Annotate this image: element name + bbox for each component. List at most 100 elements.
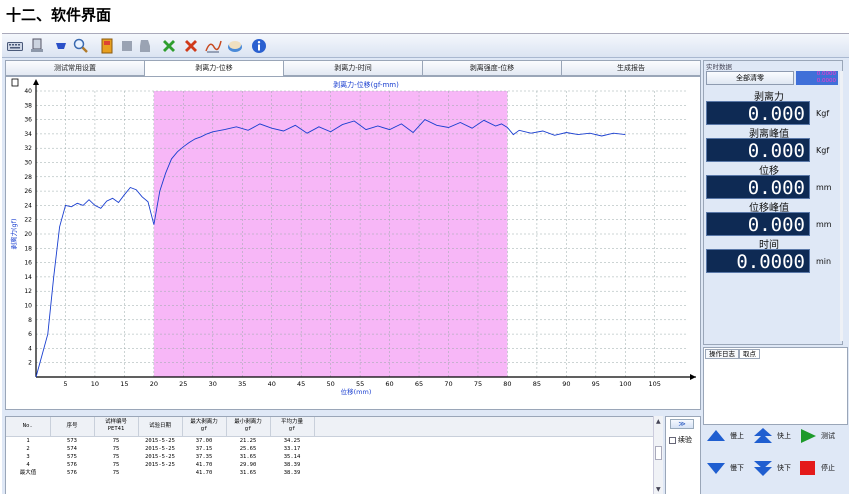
table-cell: 3	[26, 453, 30, 460]
info-icon[interactable]	[250, 37, 268, 55]
document-heading: 十二、软件界面	[6, 6, 112, 24]
column-header[interactable]: 试验日期	[138, 417, 183, 437]
peel-peak-unit: Kgf	[816, 146, 830, 155]
scrollbar-thumb[interactable]	[655, 446, 662, 460]
y-tick-label: 38	[24, 102, 32, 109]
delete-red-icon[interactable]	[182, 37, 200, 55]
table-cell: 21.25	[239, 437, 257, 444]
keyboard-icon[interactable]	[6, 37, 24, 55]
tab-strength-displacement[interactable]: 剥离强度-位移	[422, 60, 562, 76]
y-tick-label: 8	[28, 317, 32, 324]
table-cell: 37.35	[195, 453, 213, 460]
scroll-down-icon[interactable]: ▼	[656, 486, 661, 493]
column-header[interactable]: 最小剥离力 gf	[226, 417, 271, 437]
mini-value-bottom: 0.0000	[816, 77, 836, 84]
tab-generate-report[interactable]: 生成报告	[561, 60, 701, 76]
x-tick-label: 75	[474, 380, 482, 388]
force-displacement-chart[interactable]: 5 10 15 20 25 30 35 40 45 50 55 60 65 70 75 80 85 90 95 100…	[6, 77, 702, 411]
clear-all-button[interactable]: 全部清零	[706, 71, 794, 85]
time-unit: min	[816, 257, 832, 266]
toolbar	[2, 34, 849, 58]
y-tick-label: 16	[24, 260, 32, 267]
tab-pick-point[interactable]: 取点	[739, 349, 760, 359]
print-icon[interactable]	[136, 37, 154, 55]
stop-button[interactable]: 停止	[799, 460, 835, 476]
panel-scrollbar[interactable]	[840, 71, 843, 341]
delete-green-icon[interactable]	[160, 37, 178, 55]
tab-test-settings[interactable]: 测试常用设置	[5, 60, 145, 76]
scroll-up-icon[interactable]: ▲	[656, 418, 661, 425]
slow-down-label: 慢下	[730, 464, 744, 472]
table-cell: 33.17	[283, 445, 301, 452]
x-tick-label: 5	[63, 380, 67, 388]
results-table-panel: No. 序号 试样编号 PET41 试验日期 最大剥离力 gf 最小剥离力 gf 平均力量 gf 1…	[5, 416, 663, 494]
fast-up-icon	[754, 428, 772, 443]
table-cell: 75	[112, 437, 120, 444]
column-header-filler	[314, 417, 654, 437]
column-header[interactable]: 序号	[50, 417, 95, 437]
table-cell: 31.65	[239, 453, 257, 460]
x-tick-label: 55	[356, 380, 364, 388]
table-cell: 75	[112, 453, 120, 460]
x-axis-label: 位移(mm)	[341, 387, 372, 396]
results-table: No. 序号 试样编号 PET41 试验日期 最大剥离力 gf 最小剥离力 gf 平均力量 gf 1…	[6, 417, 654, 477]
y-tick-label: 40	[24, 88, 32, 95]
test-button[interactable]: 测试	[799, 428, 835, 444]
tab-operation-log[interactable]: 操作日志	[705, 349, 739, 359]
y-tick-label: 26	[24, 188, 32, 195]
device-icon[interactable]	[28, 37, 46, 55]
zoom-icon[interactable]	[72, 37, 90, 55]
slow-down-button[interactable]: 慢下	[706, 461, 744, 475]
column-header[interactable]: 试样编号 PET41	[94, 417, 139, 437]
collapse-up-icon[interactable]: ≫	[670, 419, 694, 429]
tab-force-displacement[interactable]: 剥离力-位移	[144, 60, 284, 77]
column-header[interactable]: No.	[6, 417, 51, 437]
y-tick-label: 22	[24, 217, 32, 224]
settings-disk-icon[interactable]	[226, 37, 244, 55]
stop-icon	[800, 461, 815, 475]
table-cell: 2015-5-25	[145, 445, 175, 452]
x-tick-label: 30	[209, 380, 217, 388]
page-icon	[11, 78, 19, 87]
slow-up-button[interactable]: 慢上	[706, 429, 744, 443]
table-cell: 2015-5-25	[145, 461, 175, 468]
y-tick-label: 36	[24, 117, 32, 124]
table-cell: 575	[67, 453, 77, 460]
x-axis-arrow	[690, 374, 696, 380]
table-cell: 37.15	[195, 445, 213, 452]
continue-checkbox[interactable]	[669, 436, 676, 444]
play-icon	[801, 429, 816, 443]
fast-down-button[interactable]: 快下	[753, 459, 791, 477]
table-row[interactable]: 3 575 75 2015-5-25 37.35 31.65 35.14	[6, 453, 654, 461]
continue-checkbox-row[interactable]: 续验	[669, 435, 692, 445]
table-cell: 最大值	[19, 469, 37, 476]
x-tick-label: 60	[385, 380, 393, 388]
fast-up-button[interactable]: 快上	[753, 427, 791, 445]
slow-up-icon	[707, 430, 725, 441]
scale-icon[interactable]	[52, 37, 70, 55]
column-header[interactable]: 最大剥离力 gf	[182, 417, 227, 437]
export-icon[interactable]	[118, 37, 136, 55]
table-scrollbar[interactable]: ▲ ▼	[653, 416, 663, 494]
table-cell: 1	[26, 437, 30, 444]
time-display: 0.0000	[706, 249, 810, 273]
x-tick-label: 105	[649, 380, 661, 388]
y-tick-label: 20	[24, 231, 32, 238]
table-row[interactable]: 最大值 576 75 41.70 31.65 38.39	[6, 469, 654, 477]
x-tick-label: 65	[415, 380, 423, 388]
curve-tool-icon[interactable]	[204, 37, 222, 55]
table-row[interactable]: 2 574 75 2015-5-25 37.15 25.65 33.17	[6, 445, 654, 453]
table-row[interactable]: 1 573 75 2015-5-25 37.00 21.25 34.25	[6, 436, 654, 445]
table-row[interactable]: 4 576 75 2015-5-25 41.70 29.90 38.39	[6, 461, 654, 469]
motion-controls: 慢上 快上 测试 慢下 快下 停止	[703, 425, 848, 494]
x-tick-label: 100	[619, 380, 631, 388]
stop-label: 停止	[821, 464, 835, 472]
y-tick-label: 30	[24, 160, 32, 167]
table-cell: 31.65	[239, 469, 257, 476]
y-tick-label: 2	[28, 360, 32, 367]
tab-force-time[interactable]: 剥离力-时间	[283, 60, 423, 76]
x-tick-label: 50	[327, 380, 335, 388]
column-header[interactable]: 平均力量 gf	[270, 417, 315, 437]
save-icon[interactable]	[98, 37, 116, 55]
x-tick-label: 85	[533, 380, 541, 388]
